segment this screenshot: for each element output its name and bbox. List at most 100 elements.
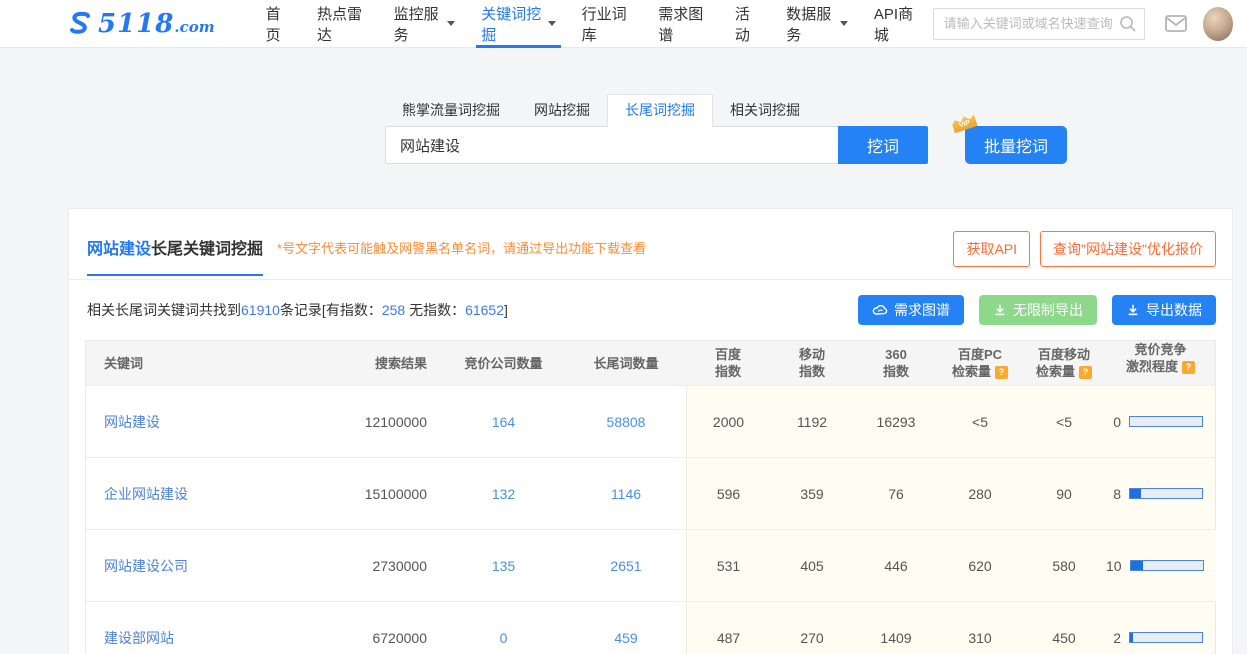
action-buttons: 需求图谱 无限制导出 导出数据 [858, 295, 1216, 325]
longtail-count-link[interactable]: 1146 [611, 486, 641, 502]
col-header-search-results: 搜索结果 [326, 355, 441, 372]
nav-item-industry-lexicon[interactable]: 行业词库 [569, 0, 646, 48]
competition-bar [1129, 416, 1203, 427]
panel-title-rest: 长尾关键词挖掘 [151, 241, 263, 258]
bidding-companies-link[interactable]: 132 [492, 486, 515, 502]
mail-icon[interactable] [1165, 15, 1187, 32]
search-results-value: 15100000 [326, 486, 441, 502]
mining-tabs: 熊掌流量词挖掘 网站挖掘 长尾词挖掘 相关词挖掘 [385, 94, 1247, 126]
logo-number: 5118 [98, 9, 174, 39]
nav-item-api-mall[interactable]: API商城 [861, 0, 933, 48]
col-header-360-index: 360 指数 [854, 346, 938, 380]
search-icon[interactable] [1119, 15, 1137, 33]
download-icon [993, 303, 1007, 317]
keyword-search-row: 挖词 VIP 批量挖词 [385, 126, 1247, 164]
baidu-mobile-volume-value: 450 [1022, 602, 1106, 654]
col-header-bidding-competition: 竞价竞争 激烈程度? [1106, 341, 1215, 385]
competition-value: 2 [1113, 630, 1121, 646]
competition-bar [1129, 632, 1203, 643]
export-data-button[interactable]: 导出数据 [1112, 295, 1216, 325]
bidding-companies-link[interactable]: 164 [492, 414, 515, 430]
360-index-value: 76 [854, 458, 938, 529]
baidu-mobile-volume-value: 90 [1022, 458, 1106, 529]
baidu-mobile-volume-value: 580 [1022, 530, 1106, 601]
keyword-link[interactable]: 网站建设 [104, 414, 160, 430]
keyword-link[interactable]: 网站建设公司 [104, 558, 188, 574]
with-index-count: 258 [382, 302, 405, 318]
nav-item-hot-radar[interactable]: 热点雷达 [304, 0, 381, 48]
nav-item-demand-map[interactable]: 需求图谱 [645, 0, 722, 48]
unlimited-export-button[interactable]: 无限制导出 [979, 295, 1097, 325]
bidding-companies-link[interactable]: 135 [492, 558, 515, 574]
baidu-mobile-volume-value: <5 [1022, 386, 1106, 457]
total-count: 61910 [241, 302, 280, 318]
baidu-index-value: 2000 [686, 386, 770, 457]
nav-item-activity[interactable]: 活动 [722, 0, 773, 48]
download-icon [1126, 303, 1140, 317]
nav-item-home[interactable]: 首页 [253, 0, 304, 48]
caret-down-icon [840, 21, 848, 26]
360-index-value: 1409 [854, 602, 938, 654]
baidu-index-value: 487 [686, 602, 770, 654]
longtail-count-link[interactable]: 459 [614, 630, 637, 646]
brain-map-icon [872, 303, 888, 317]
keyword-link[interactable]: 企业网站建设 [104, 486, 188, 502]
batch-mine-button[interactable]: 批量挖词 [965, 126, 1067, 164]
quick-search [933, 8, 1145, 40]
table-row: 网站建设 12100000 164 58808 2000 1192 16293 … [86, 385, 1215, 457]
col-header-keyword: 关键词 [86, 355, 326, 372]
bidding-companies-link[interactable]: 0 [500, 630, 508, 646]
baidu-pc-volume-value: 310 [938, 602, 1022, 654]
longtail-count-link[interactable]: 2651 [610, 558, 641, 574]
help-icon[interactable]: ? [995, 366, 1008, 379]
without-index-count: 61652 [465, 302, 504, 318]
tab-bear-traffic-words[interactable]: 熊掌流量词挖掘 [385, 95, 517, 126]
col-header-baidu-index: 百度 指数 [686, 346, 770, 380]
logo-tld: .com [174, 18, 214, 36]
panel-title: 网站建设长尾关键词挖掘 [87, 235, 263, 275]
col-header-baidu-mobile-volume: 百度移动 检索量? [1022, 346, 1106, 380]
search-results-value: 6720000 [326, 630, 441, 646]
get-api-button[interactable]: 获取API [953, 231, 1030, 267]
search-results-value: 12100000 [326, 414, 441, 430]
baidu-index-value: 596 [686, 458, 770, 529]
keyword-link[interactable]: 建设部网站 [104, 630, 174, 646]
keyword-table: 关键词 搜索结果 竞价公司数量 长尾词数量 百度 指数 移动 指数 360 指数… [85, 340, 1216, 654]
seo-quote-button[interactable]: 查询"网站建设"优化报价 [1040, 231, 1216, 267]
nav-item-keyword-mining[interactable]: 关键词挖掘 [468, 0, 568, 48]
tab-longtail-mining[interactable]: 长尾词挖掘 [607, 94, 713, 127]
nav-item-monitor-service[interactable]: 监控服务 [381, 0, 469, 48]
avatar[interactable] [1203, 7, 1233, 41]
table-header-row: 关键词 搜索结果 竞价公司数量 长尾词数量 百度 指数 移动 指数 360 指数… [86, 341, 1215, 385]
table-row: 建设部网站 6720000 0 459 487 270 1409 310 450… [86, 601, 1215, 654]
longtail-count-link[interactable]: 58808 [607, 414, 646, 430]
360-index-value: 446 [854, 530, 938, 601]
tab-website-mining[interactable]: 网站挖掘 [517, 95, 607, 126]
blacklist-warning: *号文字代表可能触及网警黑名单名词，请通过导出功能下载查看 [277, 238, 646, 257]
nav-item-data-service[interactable]: 数据服务 [773, 0, 861, 48]
quick-search-input[interactable] [933, 8, 1145, 40]
table-row: 网站建设公司 2730000 135 2651 531 405 446 620 … [86, 529, 1215, 601]
help-icon[interactable]: ? [1079, 366, 1092, 379]
help-icon[interactable]: ? [1182, 361, 1195, 374]
competition-value: 8 [1113, 486, 1121, 502]
baidu-pc-volume-value: 620 [938, 530, 1022, 601]
360-index-value: 16293 [854, 386, 938, 457]
competition-bar [1129, 488, 1203, 499]
competition-bar [1130, 560, 1204, 571]
competition-value: 0 [1113, 414, 1121, 430]
search-results-value: 2730000 [326, 558, 441, 574]
mobile-index-value: 270 [770, 602, 854, 654]
mine-button[interactable]: 挖词 [838, 126, 928, 164]
baidu-pc-volume-value: 280 [938, 458, 1022, 529]
col-header-mobile-index: 移动 指数 [770, 346, 854, 380]
col-header-longtail-count: 长尾词数量 [566, 355, 686, 372]
logo[interactable]: 5118 .com [66, 9, 215, 39]
panel-header: 网站建设长尾关键词挖掘 *号文字代表可能触及网警黑名单名词，请通过导出功能下载查… [69, 209, 1232, 280]
keyword-input[interactable] [385, 126, 838, 164]
table-row: 企业网站建设 15100000 132 1146 596 359 76 280 … [86, 457, 1215, 529]
tab-related-words-mining[interactable]: 相关词挖掘 [713, 95, 817, 126]
mobile-index-value: 405 [770, 530, 854, 601]
demand-map-button[interactable]: 需求图谱 [858, 295, 964, 325]
batch-mine-wrap: VIP 批量挖词 [965, 126, 1067, 164]
